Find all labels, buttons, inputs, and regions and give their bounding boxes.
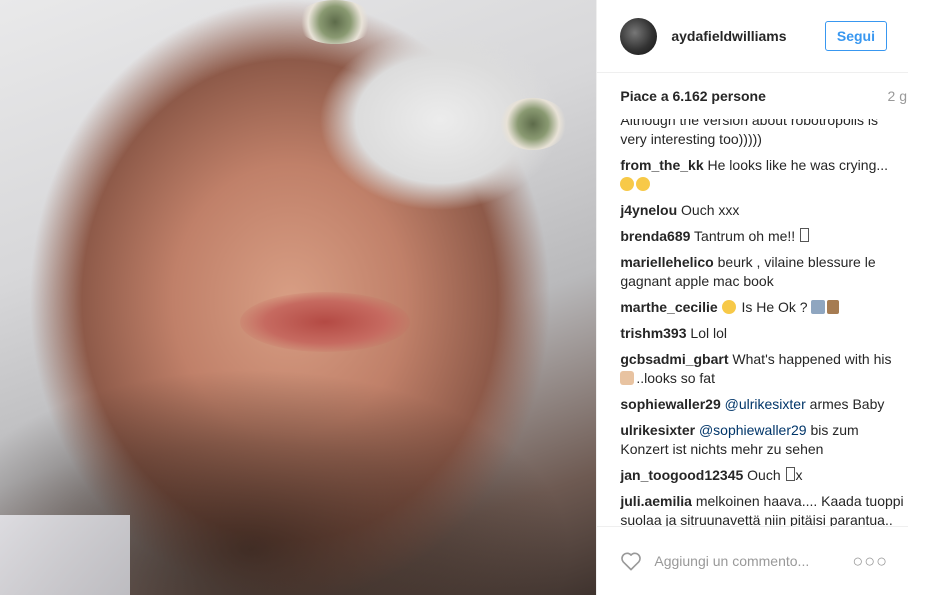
comment: sophiewaller29 @ulrikesixter armes Baby xyxy=(620,395,908,414)
emoji-icon xyxy=(620,177,635,191)
comment-text: Tantrum oh me!! xyxy=(694,228,796,244)
more-dots-icon[interactable]: ○○○ xyxy=(852,551,888,572)
comment-text: Lol lol xyxy=(690,325,727,341)
likes-row: Piace a 6.162 persone 2 g xyxy=(597,73,928,119)
username[interactable]: aydafieldwilliams xyxy=(671,28,825,44)
comment-text: Ouch xxx xyxy=(681,202,740,218)
likes-count[interactable]: Piace a 6.162 persone xyxy=(620,88,766,104)
comment-user[interactable]: brenda689 xyxy=(620,228,690,244)
comment-user[interactable]: mariellehelico xyxy=(620,254,713,270)
comment-text: armes Baby xyxy=(809,396,885,412)
comments-list[interactable]: Although the version about robotropolis … xyxy=(597,119,928,526)
missing-glyph-icon xyxy=(800,228,810,242)
computer-icon xyxy=(811,300,826,314)
comment-text: Ouch xyxy=(747,467,781,483)
post-viewer: aydafieldwilliams Segui Piace a 6.162 pe… xyxy=(0,0,928,595)
comment-mention[interactable]: @ulrikesixter xyxy=(725,396,806,412)
comment-user[interactable]: marthe_cecilie xyxy=(620,299,717,315)
avatar[interactable] xyxy=(620,17,658,55)
comment: trishm393 Lol lol xyxy=(620,324,908,343)
comment-text: ..looks so fat xyxy=(636,370,715,386)
comment-user[interactable]: jan_toogood12345 xyxy=(620,467,743,483)
post-header: aydafieldwilliams Segui xyxy=(597,0,908,73)
comment: juli.aemilia melkoinen haava.... Kaada t… xyxy=(620,492,908,526)
post-photo[interactable] xyxy=(0,0,597,595)
comment: gcbsadmi_gbart What's happened with his … xyxy=(620,350,908,388)
heart-icon[interactable] xyxy=(620,551,642,571)
photo-eye-right xyxy=(498,98,568,150)
comment-text: What's happened with his xyxy=(732,351,892,367)
post-sidebar: aydafieldwilliams Segui Piace a 6.162 pe… xyxy=(596,0,928,595)
post-time[interactable]: 2 g xyxy=(888,88,907,104)
comment: Although the version about robotropolis … xyxy=(620,119,908,149)
comment-text: x xyxy=(795,467,803,483)
comment-user[interactable]: sophiewaller29 xyxy=(620,396,720,412)
comment-text: Is He Ok ? xyxy=(741,299,808,315)
emoji-icon xyxy=(721,300,736,314)
hand-icon xyxy=(620,371,635,385)
comment-user[interactable]: j4ynelou xyxy=(620,202,677,218)
comment-bar: Aggiungi un commento... ○○○ xyxy=(597,526,908,595)
photo-eye-left xyxy=(296,0,374,44)
comment-text: He looks like he was crying... xyxy=(707,157,889,173)
comment-text: Although the version about robotropolis … xyxy=(620,119,878,147)
comment-user[interactable]: from_the_kk xyxy=(620,157,703,173)
comment-user[interactable]: juli.aemilia xyxy=(620,493,692,509)
comment: jan_toogood12345 Ouch x xyxy=(620,466,908,485)
comment-user[interactable]: gcbsadmi_gbart xyxy=(620,351,728,367)
comment: from_the_kk He looks like he was crying.… xyxy=(620,156,908,194)
comment: marthe_cecilie Is He Ok ? xyxy=(620,298,908,317)
comment: ulrikesixter @sophiewaller29 bis zum Kon… xyxy=(620,421,908,459)
add-comment-input[interactable]: Aggiungi un commento... xyxy=(654,553,852,569)
comment: mariellehelico beurk , vilaine blessure … xyxy=(620,253,908,291)
comment: brenda689 Tantrum oh me!! xyxy=(620,227,908,246)
hammer-icon xyxy=(827,300,840,314)
emoji-icon xyxy=(636,177,651,191)
missing-glyph-icon xyxy=(785,467,795,481)
photo-fabric xyxy=(0,515,130,595)
follow-button[interactable]: Segui xyxy=(824,21,887,51)
comment-user[interactable]: trishm393 xyxy=(620,325,686,341)
comment-mention[interactable]: @sophiewaller29 xyxy=(699,422,807,438)
photo-mouth xyxy=(240,292,410,352)
comment: j4ynelou Ouch xxx xyxy=(620,201,908,220)
comment-user[interactable]: ulrikesixter xyxy=(620,422,695,438)
